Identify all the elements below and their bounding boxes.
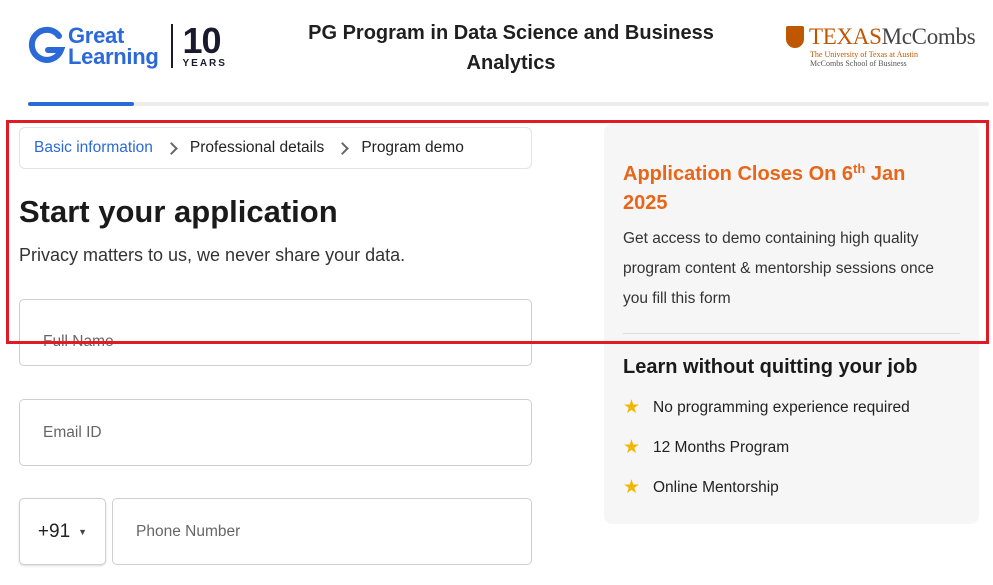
texas-mccombs-logo: TEXASMcCombs The University of Texas at …: [786, 24, 991, 68]
application-info-card: Application Closes On 6th Jan 2025 Get a…: [604, 124, 979, 524]
brand-line-2: Learning: [68, 44, 159, 69]
form-heading: Start your application: [19, 194, 338, 229]
email-input[interactable]: [20, 400, 531, 465]
chevron-right-icon: [336, 141, 350, 155]
full-name-input[interactable]: [20, 300, 531, 365]
partner-name: TEXASMcCombs: [809, 24, 976, 49]
brand-wordmark: Great Learning: [68, 23, 159, 69]
feature-label: Online Mentorship: [653, 478, 779, 496]
partner-university: The University of Texas at Austin: [810, 50, 918, 59]
ut-seal-icon: [786, 26, 804, 48]
card-divider: [623, 333, 960, 334]
phone-field[interactable]: [112, 498, 532, 565]
form-progress-fill: [28, 102, 134, 106]
brand-line-1: Great: [68, 23, 124, 48]
star-icon: ★: [623, 437, 641, 458]
step-breadcrumb: Basic information Professional details P…: [19, 127, 532, 169]
page-header: Great Learning 10 YEARS PG Program in Da…: [0, 0, 993, 106]
step-basic-information[interactable]: Basic information: [34, 139, 153, 157]
privacy-note: Privacy matters to us, we never share yo…: [19, 245, 406, 265]
full-name-field[interactable]: [19, 299, 532, 366]
form-progress-bar: [28, 102, 989, 106]
caret-down-icon: ▼: [78, 526, 88, 537]
phone-input[interactable]: [113, 499, 531, 564]
country-code-value: +91: [37, 520, 71, 542]
feature-label: No programming experience required: [653, 398, 910, 416]
logo-divider: [170, 24, 173, 68]
application-deadline: Application Closes On 6th Jan 2025: [623, 161, 906, 214]
great-learning-logo[interactable]: Great Learning 10 YEARS: [28, 22, 227, 70]
anniversary-badge: 10 YEARS: [183, 23, 227, 69]
anniversary-number: 10: [182, 20, 222, 61]
partner-school: McCombs School of Business: [810, 59, 907, 68]
chevron-right-icon: [165, 141, 178, 155]
country-code-select[interactable]: +91 ▼: [19, 498, 106, 565]
star-icon: ★: [623, 397, 641, 418]
feature-item: ★ Online Mentorship: [623, 478, 779, 497]
program-title: PG Program in Data Science and Business …: [308, 22, 714, 74]
feature-item: ★ 12 Months Program: [623, 438, 789, 457]
feature-label: 12 Months Program: [653, 438, 790, 456]
feature-item: ★ No programming experience required: [623, 398, 910, 417]
star-icon: ★: [623, 477, 641, 498]
g-mark-icon: [28, 26, 66, 66]
features-heading: Learn without quitting your job: [623, 356, 918, 378]
anniversary-label: YEARS: [182, 58, 227, 69]
step-professional-details[interactable]: Professional details: [190, 139, 324, 157]
demo-description: Get access to demo containing high quali…: [623, 230, 935, 307]
step-program-demo[interactable]: Program demo: [361, 139, 464, 157]
email-field[interactable]: [19, 399, 532, 466]
